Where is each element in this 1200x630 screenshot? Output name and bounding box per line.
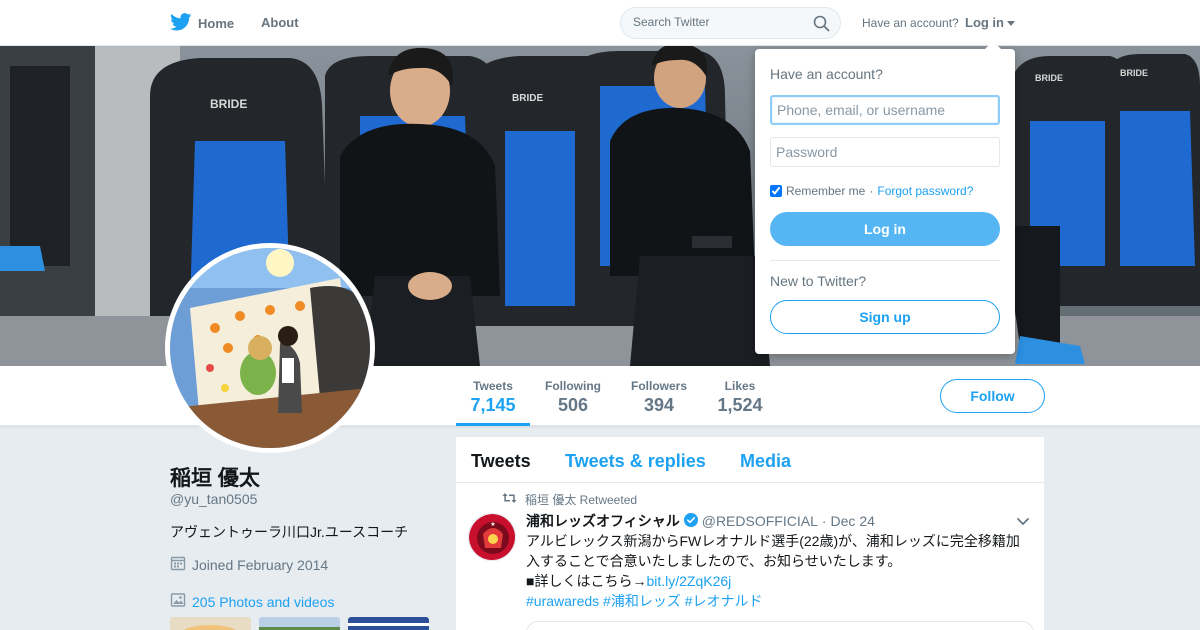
nav-about[interactable]: About <box>261 15 299 30</box>
photo-icon <box>170 592 186 611</box>
tweet-date[interactable]: Dec 24 <box>831 513 875 529</box>
tweet-link[interactable]: bit.ly/2ZqK26j <box>646 573 731 589</box>
tweet-text-body: アルビレックス新潟からFWレオナルド選手(22歳)が、浦和レッズに完全移籍加入す… <box>526 533 1020 569</box>
dropdown-caret <box>985 41 1001 49</box>
profile-handle[interactable]: @yu_tan0505 <box>170 491 257 507</box>
photo-thumbnail[interactable] <box>259 617 340 630</box>
search-icon[interactable] <box>813 15 830 37</box>
stat-tweets-label: Tweets <box>473 379 513 393</box>
profile-name: 稲垣 優太 <box>170 467 260 490</box>
login-menu-toggle[interactable]: Log in <box>965 15 1015 30</box>
verified-badge-icon <box>683 512 698 530</box>
tweet-text-more: ■詳しくはこちら→bit.ly/2ZqK26j <box>526 571 1031 591</box>
profile-avatar[interactable] <box>165 243 375 453</box>
signup-button[interactable]: Sign up <box>770 300 1000 334</box>
photos-videos-label: 205 Photos and videos <box>192 593 335 610</box>
stat-followers[interactable]: Followers 394 <box>626 366 692 426</box>
tab-tweets-replies[interactable]: Tweets & replies <box>565 451 706 472</box>
photo-thumbnail[interactable] <box>348 617 429 630</box>
top-nav: Home About Have an account? Log in <box>0 0 1200 46</box>
tweet-media-card[interactable] <box>526 621 1034 630</box>
tweet-hashtags[interactable]: #urawareds #浦和レッズ #レオナルド <box>526 591 1031 611</box>
stat-followers-value: 394 <box>643 395 675 415</box>
login-dropdown-title: Have an account? <box>770 66 883 82</box>
retweet-context: 稲垣 優太 Retweeted <box>502 491 637 508</box>
tweet-author-handle[interactable]: @REDSOFFICIAL <box>702 513 818 529</box>
stat-tweets[interactable]: Tweets 7,145 <box>456 366 530 426</box>
retweet-icon <box>502 492 517 507</box>
profile-joined-text: Joined February 2014 <box>192 556 329 573</box>
stat-likes[interactable]: Likes 1,524 <box>712 366 768 426</box>
remember-me-row: Remember me · Forgot password? <box>770 184 973 198</box>
login-dropdown: Have an account? Remember me · Forgot pa… <box>755 41 1015 354</box>
username-field[interactable] <box>770 95 1000 125</box>
profile-bio: アヴェントゥーラ川口Jr.ユースコーチ <box>170 524 409 540</box>
nav-home[interactable]: Home <box>170 12 234 34</box>
new-to-twitter-text: New to Twitter? <box>770 273 867 289</box>
stat-following-value: 506 <box>557 395 589 415</box>
search-box <box>620 7 841 39</box>
have-account-text: Have an account? <box>862 16 959 30</box>
remember-me-checkbox[interactable] <box>770 185 782 197</box>
stat-likes-label: Likes <box>724 379 756 393</box>
stat-following[interactable]: Following 506 <box>540 366 606 426</box>
follow-button[interactable]: Follow <box>940 379 1045 413</box>
tweet-more-chevron-icon[interactable] <box>1016 514 1030 532</box>
stat-likes-value: 1,524 <box>717 395 763 415</box>
svg-text:★: ★ <box>490 521 495 528</box>
profile-joined: Joined February 2014 <box>170 555 328 574</box>
tweet-author-name[interactable]: 浦和レッズオフィシャル <box>526 511 680 531</box>
tweet-text: アルビレックス新潟からFWレオナルド選手(22歳)が、浦和レッズに完全移籍加入す… <box>526 531 1031 611</box>
timeline-tabs: Tweets Tweets & replies Media <box>456 437 1044 483</box>
svg-text:BRIDE: BRIDE <box>1120 68 1148 78</box>
remember-me-label[interactable]: Remember me <box>786 184 865 198</box>
caret-down-icon <box>1007 15 1015 30</box>
tweet-dot-separator: · <box>821 513 827 529</box>
password-field[interactable] <box>770 137 1000 167</box>
divider <box>770 260 1000 261</box>
tab-media[interactable]: Media <box>740 451 791 472</box>
stat-followers-label: Followers <box>630 379 687 393</box>
twitter-bird-icon <box>170 12 192 34</box>
stat-tweets-value: 7,145 <box>470 395 516 415</box>
login-button[interactable]: Log in <box>770 212 1000 246</box>
tweet-text-more-label: ■詳しくはこちら→ <box>526 573 647 589</box>
tweet-header: 浦和レッズオフィシャル @REDSOFFICIAL · Dec 24 <box>526 511 875 531</box>
login-link-label: Log in <box>965 15 1004 30</box>
stat-following-label: Following <box>545 379 601 393</box>
svg-text:BRIDE: BRIDE <box>512 93 543 104</box>
tab-tweets[interactable]: Tweets <box>471 451 531 472</box>
svg-text:BRIDE: BRIDE <box>210 97 247 111</box>
nav-home-label: Home <box>198 15 235 31</box>
photos-videos-link[interactable]: 205 Photos and videos <box>170 592 334 611</box>
timeline: Tweets Tweets & replies Media 稲垣 優太 Retw… <box>456 437 1044 630</box>
svg-text:BRIDE: BRIDE <box>1035 73 1063 83</box>
calendar-icon <box>170 555 186 574</box>
retweeted-by-text[interactable]: 稲垣 優太 Retweeted <box>525 491 637 508</box>
forgot-password-link[interactable]: Forgot password? <box>877 184 973 198</box>
photo-thumbnail[interactable] <box>170 617 251 630</box>
search-input[interactable] <box>633 15 803 29</box>
remember-separator: · <box>869 184 874 198</box>
tweet-author-avatar[interactable]: ★ <box>468 513 516 561</box>
